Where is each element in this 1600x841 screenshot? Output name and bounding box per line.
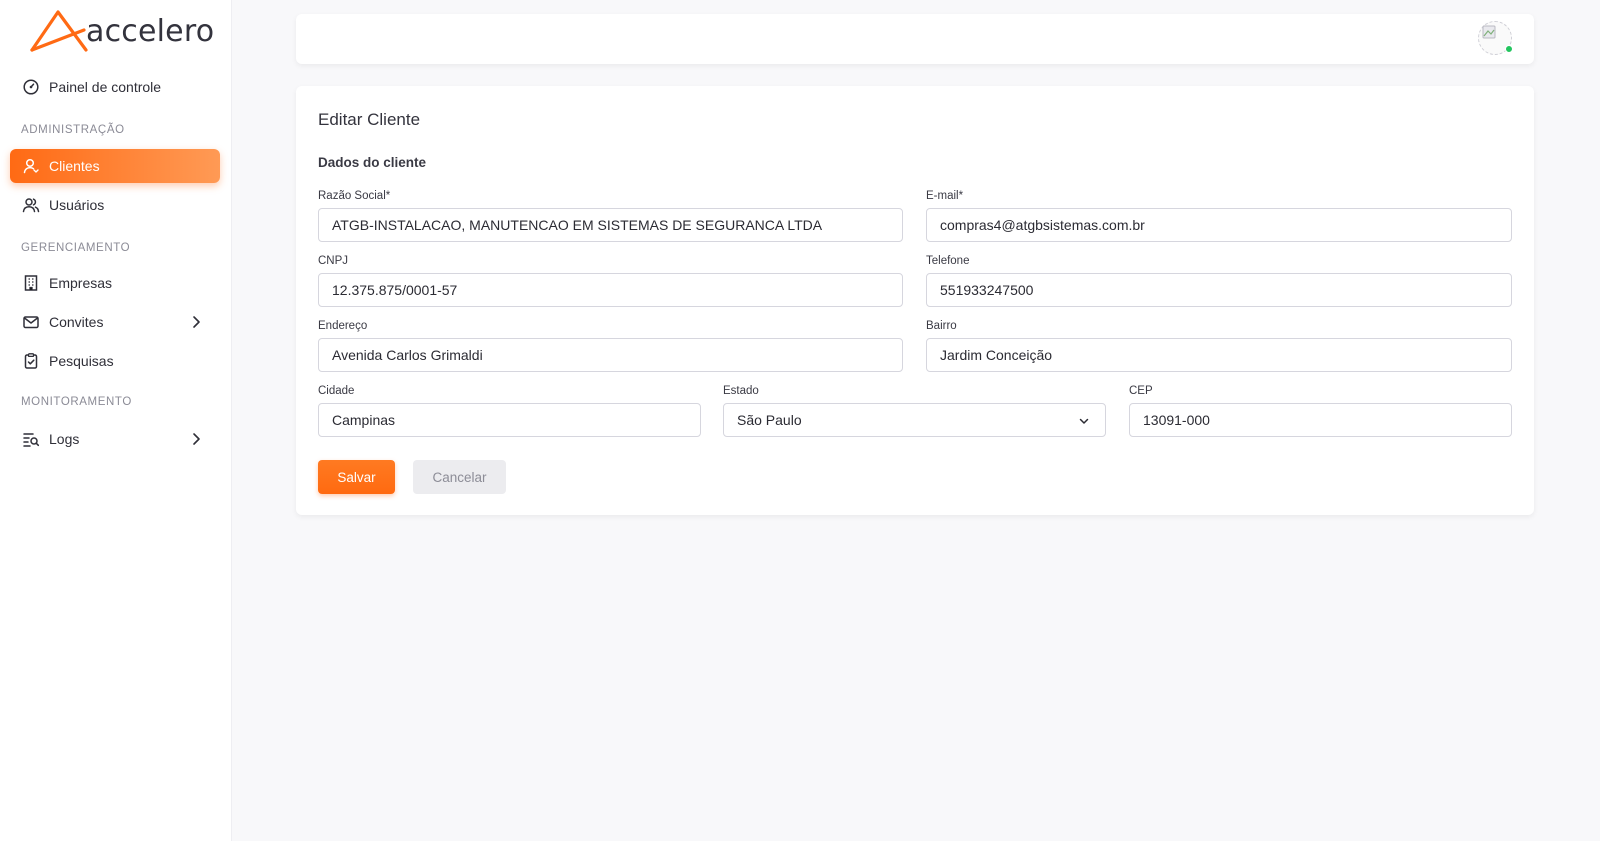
gauge-icon <box>22 78 40 96</box>
estado-label: Estado <box>723 385 759 397</box>
razao-social-input[interactable] <box>318 208 903 242</box>
building-icon <box>22 274 40 292</box>
chevron-down-icon <box>1079 418 1089 424</box>
bairro-label: Bairro <box>926 320 957 332</box>
nav-empresas[interactable]: Empresas <box>10 266 220 300</box>
brand-logo[interactable]: accelero <box>28 8 218 54</box>
cnpj-input[interactable] <box>318 273 903 307</box>
chevron-right-icon <box>193 316 200 328</box>
cep-label: CEP <box>1129 385 1153 397</box>
email-label: E-mail* <box>926 190 964 202</box>
nav-usuarios[interactable]: Usuários <box>10 188 220 222</box>
nav-convites[interactable]: Convites <box>10 305 220 339</box>
nav-label: Painel de controle <box>49 79 162 95</box>
page-title: Editar Cliente <box>318 110 421 129</box>
avatar[interactable] <box>1478 21 1513 55</box>
estado-select[interactable]: São Paulo <box>723 403 1106 437</box>
endereco-label: Endereço <box>318 320 368 332</box>
edit-client-card: Editar Cliente Dados do cliente Razão So… <box>296 86 1534 515</box>
users-icon <box>22 196 40 214</box>
telefone-label: Telefone <box>926 255 970 267</box>
nav-label: Convites <box>49 314 104 330</box>
cidade-input[interactable] <box>318 403 701 437</box>
user-icon <box>22 157 40 175</box>
nav-label: Usuários <box>49 197 105 213</box>
telefone-input[interactable] <box>926 273 1512 307</box>
section-subtitle: Dados do cliente <box>318 155 427 170</box>
bairro-input[interactable] <box>926 338 1512 372</box>
razao-social-label: Razão Social* <box>318 190 391 202</box>
section-title-monitoramento: MONITORAMENTO <box>21 396 132 408</box>
nav-logs[interactable]: Logs <box>10 422 220 456</box>
list-search-icon <box>22 430 40 448</box>
cidade-label: Cidade <box>318 385 355 397</box>
nav-painel-de-controle[interactable]: Painel de controle <box>10 70 220 104</box>
cep-input[interactable] <box>1129 403 1512 437</box>
nav-clientes[interactable]: Clientes <box>10 149 220 183</box>
nav-label: Empresas <box>49 275 113 291</box>
mail-icon <box>22 313 40 331</box>
section-title-gerenciamento: GERENCIAMENTO <box>21 242 131 254</box>
estado-selected-value: São Paulo <box>737 412 802 428</box>
nav-label: Pesquisas <box>49 353 114 369</box>
nav-label: Clientes <box>49 158 100 174</box>
endereco-input[interactable] <box>318 338 903 372</box>
email-input[interactable] <box>926 208 1512 242</box>
nav-pesquisas[interactable]: Pesquisas <box>10 344 220 378</box>
nav-label: Logs <box>49 431 80 447</box>
save-button[interactable]: Salvar <box>318 460 395 494</box>
section-title-administracao: ADMINISTRAÇÃO <box>21 124 125 136</box>
brand-name: accelero <box>86 13 215 49</box>
sidebar: accelero Painel de controle ADMINISTRAÇÃ… <box>0 0 232 841</box>
top-bar <box>296 14 1534 64</box>
accelero-logo-icon <box>30 10 88 52</box>
broken-image-icon <box>1482 25 1496 39</box>
clipboard-check-icon <box>22 352 40 370</box>
chevron-right-icon <box>193 433 200 445</box>
cancel-button[interactable]: Cancelar <box>413 460 506 494</box>
online-status-dot <box>1505 45 1513 53</box>
cnpj-label: CNPJ <box>318 255 349 267</box>
